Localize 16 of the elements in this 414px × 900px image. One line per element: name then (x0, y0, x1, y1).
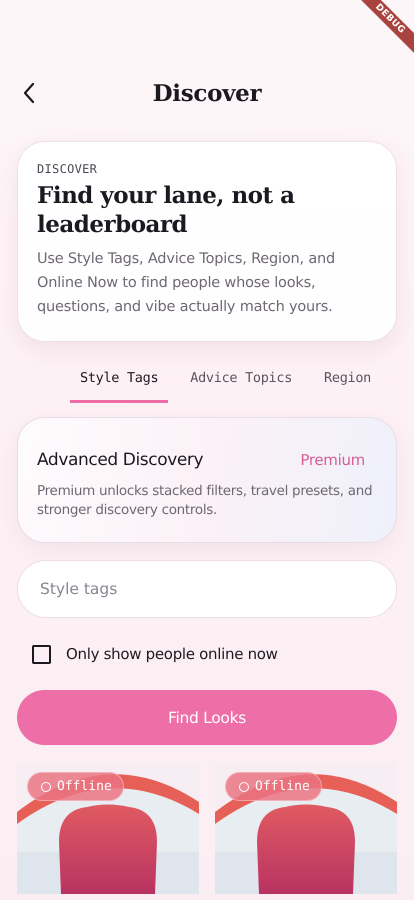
card-description: Premium unlocks stacked filters, travel presets, and stronger discovery controls. (37, 482, 374, 520)
card-title: Advanced Discovery (37, 450, 204, 470)
hero-heading: Find your lane, not a leaderboard (37, 181, 296, 239)
eyebrow-label: DISCOVER (37, 162, 98, 176)
online-checkbox[interactable] (32, 644, 51, 664)
checkbox-label: Only show people online now (66, 645, 278, 663)
page-title: Discover (152, 80, 263, 106)
status-label: Offline (255, 779, 310, 794)
filter-tab[interactable]: Style Tags (70, 360, 168, 403)
status-label: Offline (57, 779, 112, 794)
premium-label: Premium (300, 451, 365, 469)
style-tags-field[interactable]: Style tags (17, 560, 397, 618)
hero-description: Use Style Tags, Advice Topics, Region, and Online Now to find people whose looks, questions, and vibe actually match yours. (37, 250, 336, 317)
back-icon (22, 82, 36, 104)
filter-tab[interactable]: Advice Topics (180, 360, 302, 403)
filter-tab[interactable]: Region (314, 360, 382, 403)
